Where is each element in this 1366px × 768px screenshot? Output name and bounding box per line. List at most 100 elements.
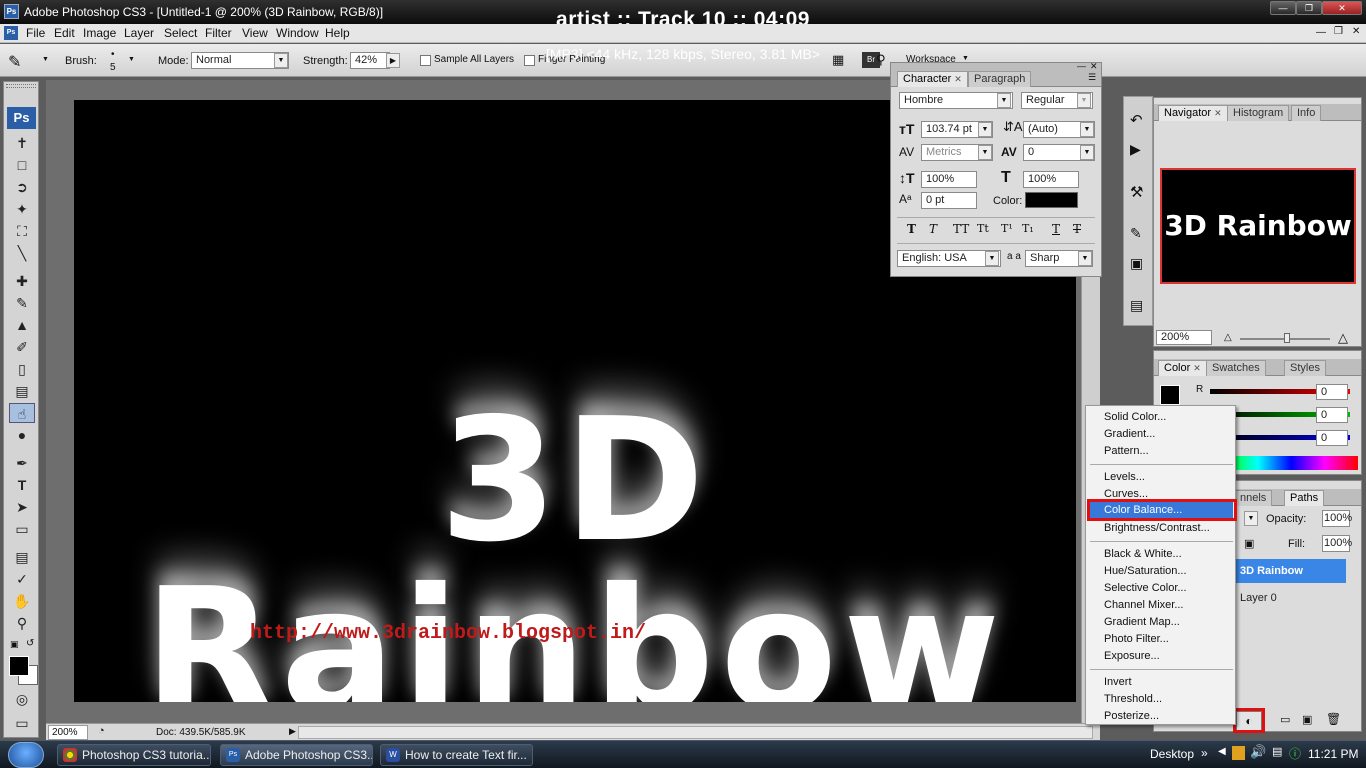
- start-button[interactable]: [8, 742, 44, 768]
- menu-layer[interactable]: Layer: [124, 26, 154, 40]
- blend-mode-dropdown-icon[interactable]: ▼: [1244, 511, 1258, 526]
- pen-tool-icon[interactable]: ✒: [9, 453, 35, 473]
- healing-brush-tool-icon[interactable]: ✚: [9, 271, 35, 291]
- tab-swatches[interactable]: Swatches: [1206, 360, 1266, 376]
- tab-histogram[interactable]: Histogram: [1227, 105, 1290, 121]
- navigator-zoom-input[interactable]: 200%: [1156, 330, 1212, 345]
- font-style-dropdown-icon[interactable]: ▼: [1077, 93, 1091, 108]
- menu-item-gradient-map[interactable]: Gradient Map...: [1104, 616, 1180, 628]
- tab-close-icon[interactable]: ✕: [954, 74, 962, 84]
- underline-button[interactable]: T: [1052, 222, 1060, 236]
- panel-menu-icon[interactable]: ☰: [1088, 72, 1096, 83]
- delete-layer-icon[interactable]: 🗑: [1326, 712, 1341, 726]
- tab-paths[interactable]: Paths: [1284, 490, 1325, 506]
- leading-dropdown-icon[interactable]: ▼: [1080, 122, 1094, 137]
- baseline-shift-input[interactable]: 0 pt: [921, 192, 977, 209]
- kerning-dropdown-icon[interactable]: ▼: [978, 145, 992, 160]
- zoom-slider-thumb[interactable]: [1284, 333, 1290, 343]
- move-tool-icon[interactable]: ✝: [9, 133, 35, 153]
- tab-close-icon[interactable]: ✕: [1193, 363, 1201, 373]
- history-panel-icon[interactable]: ↶: [1130, 111, 1143, 129]
- toolbar-expand-icon[interactable]: »: [1201, 746, 1208, 760]
- menu-item-levels[interactable]: Levels...: [1104, 471, 1145, 483]
- smudge-tool-icon[interactable]: ☝: [9, 403, 35, 423]
- menu-window[interactable]: Window: [276, 26, 319, 40]
- tracking-dropdown-icon[interactable]: ▼: [1080, 145, 1094, 160]
- lasso-tool-icon[interactable]: ➲: [9, 177, 35, 197]
- new-layer-icon[interactable]: ▣: [1302, 713, 1312, 726]
- notes-tool-icon[interactable]: ▤: [9, 547, 35, 567]
- ps-logo-icon[interactable]: Ps: [7, 107, 36, 129]
- shape-tool-icon[interactable]: ▭: [9, 519, 35, 539]
- menu-item-selective-color[interactable]: Selective Color...: [1104, 582, 1187, 594]
- zoom-tool-icon[interactable]: ⚲: [9, 613, 35, 633]
- menu-item-exposure[interactable]: Exposure...: [1104, 650, 1160, 662]
- language-dropdown-icon[interactable]: ▼: [985, 251, 999, 266]
- navigator-preview[interactable]: 3D Rainbow: [1160, 168, 1356, 284]
- doc-close-icon[interactable]: ✕: [1352, 26, 1360, 37]
- eyedropper-tool-icon[interactable]: ✓: [9, 569, 35, 589]
- clock[interactable]: 11:21 PM: [1308, 747, 1358, 761]
- new-group-icon[interactable]: ▭: [1280, 713, 1290, 726]
- screen-mode-icon[interactable]: ▭: [9, 713, 35, 733]
- menu-edit[interactable]: Edit: [54, 26, 75, 40]
- tab-character[interactable]: Character ✕: [897, 71, 968, 87]
- menu-filter[interactable]: Filter: [205, 26, 232, 40]
- eraser-tool-icon[interactable]: ▯: [9, 359, 35, 379]
- tool-presets-icon[interactable]: ⚒: [1130, 183, 1143, 201]
- font-family-select[interactable]: Hombre: [899, 92, 1013, 109]
- menu-item-hue-saturation[interactable]: Hue/Saturation...: [1104, 565, 1187, 577]
- slice-tool-icon[interactable]: ╲: [9, 243, 35, 263]
- taskbar-item-word[interactable]: W How to create Text fir...: [380, 744, 533, 766]
- clone-stamp-tool-icon[interactable]: ▲: [9, 315, 35, 335]
- tab-navigator[interactable]: Navigator ✕: [1158, 105, 1228, 121]
- doc-minimize-icon[interactable]: —: [1316, 27, 1326, 38]
- menu-view[interactable]: View: [242, 26, 268, 40]
- strikethrough-button[interactable]: T: [1073, 222, 1081, 236]
- tab-paragraph[interactable]: Paragraph: [968, 71, 1032, 87]
- subscript-button[interactable]: T₁: [1022, 222, 1034, 235]
- menu-item-pattern[interactable]: Pattern...: [1104, 445, 1149, 457]
- vertical-scale-input[interactable]: 100%: [921, 171, 977, 188]
- network-icon[interactable]: ▤: [1272, 745, 1282, 758]
- tab-channels[interactable]: nnels: [1234, 490, 1273, 506]
- clone-source-icon[interactable]: ▣: [1130, 255, 1143, 272]
- marquee-tool-icon[interactable]: □: [9, 155, 35, 175]
- menu-item-invert[interactable]: Invert: [1104, 676, 1132, 688]
- menu-select[interactable]: Select: [164, 26, 197, 40]
- panel-grip[interactable]: [891, 63, 1101, 70]
- zoom-out-icon[interactable]: △: [1224, 332, 1232, 343]
- horizontal-scrollbar[interactable]: [298, 726, 1093, 739]
- zoom-field[interactable]: 200%: [48, 725, 88, 740]
- tab-styles[interactable]: Styles: [1284, 360, 1326, 376]
- quick-mask-icon[interactable]: ◎: [9, 689, 35, 709]
- volume-icon[interactable]: 🔊: [1250, 744, 1266, 760]
- brush-tool-icon[interactable]: ✎: [9, 293, 35, 313]
- crop-tool-icon[interactable]: ⛶: [9, 221, 35, 241]
- default-colors-icon[interactable]: ▣: [10, 639, 19, 650]
- history-brush-tool-icon[interactable]: ✐: [9, 337, 35, 357]
- menu-item-solid-color[interactable]: Solid Color...: [1104, 411, 1166, 423]
- superscript-button[interactable]: T¹: [1001, 222, 1013, 235]
- gradient-tool-icon[interactable]: ▤: [9, 381, 35, 401]
- all-caps-button[interactable]: TT: [953, 222, 969, 236]
- menu-item-gradient[interactable]: Gradient...: [1104, 428, 1155, 440]
- tray-expand-icon[interactable]: ◀: [1218, 746, 1226, 757]
- status-menu-arrow-icon[interactable]: ▶: [289, 726, 296, 737]
- menu-item-photo-filter[interactable]: Photo Filter...: [1104, 633, 1169, 645]
- taskbar-item-photoshop[interactable]: Ps Adobe Photoshop CS3...: [220, 744, 373, 766]
- tab-close-icon[interactable]: ✕: [1214, 108, 1222, 118]
- path-selection-tool-icon[interactable]: ➤: [9, 497, 35, 517]
- menu-item-posterize[interactable]: Posterize...: [1104, 710, 1159, 722]
- font-size-dropdown-icon[interactable]: ▼: [978, 122, 992, 137]
- red-input[interactable]: 0: [1316, 384, 1348, 400]
- antialias-dropdown-icon[interactable]: ▼: [1078, 251, 1092, 266]
- taskbar-item-chrome[interactable]: Photoshop CS3 tutoria...: [57, 744, 211, 766]
- dodge-tool-icon[interactable]: ●: [9, 425, 35, 445]
- magic-wand-tool-icon[interactable]: ✦: [9, 199, 35, 219]
- layer-row-text[interactable]: 3D Rainbow: [1236, 559, 1346, 583]
- menu-item-threshold[interactable]: Threshold...: [1104, 693, 1162, 705]
- menu-item-channel-mixer[interactable]: Channel Mixer...: [1104, 599, 1183, 611]
- doc-restore-icon[interactable]: ❐: [1334, 26, 1343, 37]
- horizontal-scale-input[interactable]: 100%: [1023, 171, 1079, 188]
